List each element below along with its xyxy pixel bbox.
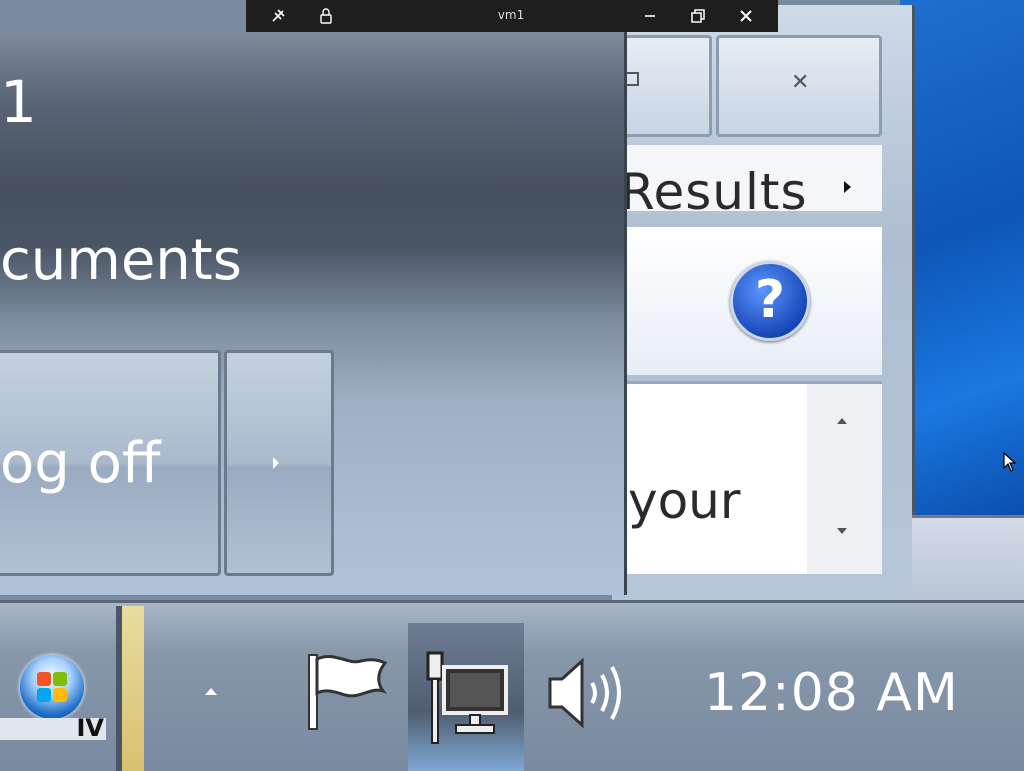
desktop-background (900, 0, 1024, 515)
background-window: ✕ Results ? your (612, 5, 915, 603)
desktop-corner-panel (912, 515, 1024, 603)
pin-off-icon[interactable] (262, 0, 294, 32)
system-clock[interactable]: 12:08 AM (704, 663, 959, 723)
submenu-arrow-icon (844, 181, 851, 193)
taskbar: IV 12:08 AM (0, 600, 1024, 771)
volume-icon[interactable] (546, 655, 630, 735)
documents-link[interactable]: cuments (0, 228, 242, 293)
window-restore-button[interactable] (612, 35, 712, 137)
network-icon (426, 651, 508, 753)
start-menu-right-pane: 1 cuments og off (0, 32, 627, 595)
results-label: Results (620, 163, 808, 221)
user-name-link[interactable]: 1 (0, 68, 37, 136)
remote-connection-bar: vm1 (246, 0, 778, 32)
help-icon[interactable]: ? (730, 261, 810, 341)
log-off-button[interactable]: og off (0, 350, 221, 576)
window-close-button[interactable]: ✕ (716, 35, 882, 137)
list-panel: your (612, 381, 882, 574)
shutdown-options-button[interactable] (224, 350, 334, 576)
help-row: ? (612, 227, 882, 375)
close-icon[interactable] (730, 0, 762, 32)
network-tray-button[interactable] (408, 623, 524, 771)
lock-icon[interactable] (310, 0, 342, 32)
windows-logo-icon (37, 672, 67, 702)
log-off-label: og off (0, 431, 161, 496)
list-text: your (628, 472, 741, 530)
restore-icon[interactable] (682, 0, 714, 32)
action-center-flag-icon[interactable] (305, 651, 388, 735)
show-hidden-icons-arrow[interactable] (205, 688, 217, 695)
chevron-right-icon (273, 457, 279, 469)
scroll-up-arrow-icon[interactable] (837, 418, 847, 424)
mouse-cursor-icon (1003, 451, 1017, 476)
close-icon: ✕ (791, 70, 810, 95)
task-strip: IV (0, 714, 106, 742)
explorer-taskbar-button[interactable] (116, 606, 144, 771)
results-menu-item[interactable]: Results (612, 145, 882, 221)
vertical-scrollbar[interactable] (807, 384, 882, 574)
connection-title: vm1 (497, 8, 525, 22)
start-button[interactable] (20, 655, 84, 719)
scroll-down-arrow-icon[interactable] (837, 528, 847, 534)
task-strip-text: IV (76, 714, 104, 742)
minimize-icon[interactable] (634, 0, 666, 32)
